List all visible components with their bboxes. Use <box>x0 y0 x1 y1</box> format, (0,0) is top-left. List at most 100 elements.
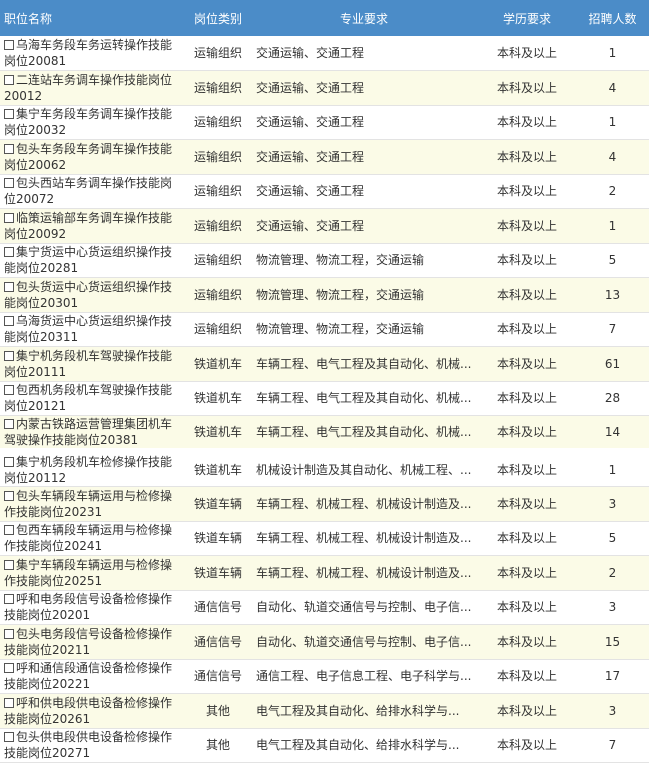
row-checkbox[interactable] <box>4 385 14 396</box>
table-row[interactable]: 集宁车辆段车辆运用与检修操 作技能岗位20251 铁道车辆 车辆工程、机械工程、机械设… <box>0 555 649 591</box>
job-count-cell: 7 <box>576 312 649 347</box>
job-name-text[interactable]: 乌海货运中心货运组织操作技 <box>16 314 172 328</box>
table-row[interactable]: 集宁车务段车务调车操作技能 岗位20032 运输组织 交通运输、交通工程 本科及以上 1 <box>0 105 649 140</box>
table-row[interactable]: 内蒙古铁路运营管理集团机车 驾驶操作技能岗位20381 铁道机车 车辆工程、电气工程及… <box>0 415 649 452</box>
header-name[interactable]: 职位名称 <box>0 0 186 36</box>
job-name-text[interactable]: 二连站车务调车操作技能岗位 <box>16 73 172 87</box>
row-checkbox[interactable] <box>4 178 14 189</box>
table-row[interactable]: 乌海车务段车务运转操作技能 岗位20081 运输组织 交通运输、交通工程 本科及以上 1 <box>0 36 649 71</box>
row-checkbox[interactable] <box>4 212 14 223</box>
row-checkbox[interactable] <box>4 419 14 429</box>
table-row[interactable]: 包头车务段车务调车操作技能 岗位20062 运输组织 交通运输、交通工程 本科及以上 4 <box>0 139 649 175</box>
table-row[interactable]: 集宁货运中心货运组织操作技 能岗位20281 运输组织 物流管理、物流工程，交通运输本… <box>0 243 649 278</box>
table-row[interactable]: 包西车辆段车辆运用与检修操 作技能岗位20241 铁道车辆 车辆工程、机械工程、机械设… <box>0 521 649 556</box>
job-name-line2[interactable]: 岗位20092 <box>4 226 184 242</box>
job-name-text[interactable]: 集宁货运中心货运组织操作技 <box>16 245 172 259</box>
job-name-line2[interactable]: 能岗位20281 <box>4 260 184 276</box>
row-checkbox[interactable] <box>4 247 14 258</box>
table-row[interactable]: 呼和供电段供电设备检修操作 技能岗位20261 其他 电气工程及其自动化、给排水科学与… <box>0 693 649 729</box>
job-name-line2[interactable]: 岗位20032 <box>4 122 184 138</box>
job-major-cell: 车辆工程、电气工程及其自动化、机械... <box>250 415 478 452</box>
table-row[interactable]: 包头西站车务调车操作技能岗 位20072 运输组织 交通运输、交通工程 本科及以上 2 <box>0 174 649 209</box>
job-name-line2[interactable]: 技能岗位20201 <box>4 607 184 623</box>
row-checkbox[interactable] <box>4 663 14 674</box>
job-name-line2[interactable]: 岗位20062 <box>4 157 184 173</box>
job-name-text[interactable]: 包头货运中心货运组织操作技 <box>16 280 172 294</box>
job-count-cell: 4 <box>576 139 649 175</box>
job-name-text[interactable]: 呼和供电段供电设备检修操作 <box>16 696 172 710</box>
job-name-line2[interactable]: 能岗位20311 <box>4 329 184 345</box>
job-name-text[interactable]: 集宁机务段机车驾驶操作技能 <box>16 349 172 363</box>
job-name-line2[interactable]: 技能岗位20271 <box>4 745 184 761</box>
job-count-cell: 5 <box>576 243 649 278</box>
table-row[interactable]: 二连站车务调车操作技能岗位 20012 运输组织 交通运输、交通工程 本科及以上 4 <box>0 70 649 106</box>
job-name-line2[interactable]: 岗位20121 <box>4 398 184 414</box>
job-name-line2[interactable]: 作技能岗位20251 <box>4 573 184 589</box>
row-checkbox[interactable] <box>4 490 14 501</box>
row-checkbox[interactable] <box>4 316 14 327</box>
table-row[interactable]: 包头货运中心货运组织操作技 能岗位20301 运输组织 物流管理、物流工程，交通运输本… <box>0 277 649 313</box>
job-name-line2[interactable]: 技能岗位20261 <box>4 711 184 727</box>
row-checkbox[interactable] <box>4 109 14 120</box>
row-checkbox[interactable] <box>4 350 14 361</box>
job-major-cell: 物流管理、物流工程，交通运输 <box>250 277 478 313</box>
job-name-text[interactable]: 集宁机务段机车检修操作技能 <box>16 455 172 469</box>
job-name-text[interactable]: 包西车辆段车辆运用与检修操 <box>16 523 172 537</box>
table-row[interactable]: 呼和通信段通信设备检修操作 技能岗位20221 通信信号 通信工程、电子信息工程、电子… <box>0 659 649 694</box>
table-row[interactable]: 集宁机务段机车驾驶操作技能 岗位20111 铁道机车 车辆工程、电气工程及其自动化、机… <box>0 346 649 382</box>
job-name-text[interactable]: 呼和电务段信号设备检修操作 <box>16 592 172 606</box>
job-name-text[interactable]: 包头车务段车务调车操作技能 <box>16 142 172 156</box>
job-major-cell: 电气工程及其自动化、给排水科学与... <box>250 693 478 729</box>
job-major-cell: 物流管理、物流工程，交通运输 <box>250 312 478 347</box>
row-checkbox[interactable] <box>4 559 14 570</box>
job-name-text[interactable]: 包头西站车务调车操作技能岗 <box>16 176 172 190</box>
job-name-text[interactable]: 乌海车务段车务运转操作技能 <box>16 38 172 52</box>
job-name-line2[interactable]: 位20072 <box>4 191 184 207</box>
row-checkbox[interactable] <box>4 74 14 85</box>
row-checkbox[interactable] <box>4 628 14 639</box>
job-name-text[interactable]: 包西机务段机车驾驶操作技能 <box>16 383 172 397</box>
table-row[interactable]: 临策运输部车务调车操作技能 岗位20092 运输组织 交通运输、交通工程 本科及以上 1 <box>0 208 649 244</box>
row-checkbox[interactable] <box>4 697 14 708</box>
job-name-text[interactable]: 包头供电段供电设备检修操作 <box>16 730 172 744</box>
job-name-text[interactable]: 集宁车务段车务调车操作技能 <box>16 107 172 121</box>
header-count[interactable]: 招聘人数 <box>576 0 649 36</box>
job-major-cell: 交通运输、交通工程 <box>250 70 478 106</box>
row-checkbox[interactable] <box>4 594 14 605</box>
job-name-line2[interactable]: 技能岗位20221 <box>4 676 184 692</box>
job-name-line2[interactable]: 能岗位20301 <box>4 295 184 311</box>
row-checkbox[interactable] <box>4 732 14 743</box>
header-edu[interactable]: 学历要求 <box>478 0 576 36</box>
job-name-line1: 包头车务段车务调车操作技能 <box>4 141 184 157</box>
job-name-text[interactable]: 临策运输部车务调车操作技能 <box>16 211 172 225</box>
table-row[interactable]: 包头电务段信号设备检修操作 技能岗位20211 通信信号 自动化、轨道交通信号与控制、… <box>0 624 649 660</box>
job-name-line2[interactable]: 岗位20112 <box>4 470 184 486</box>
table-row[interactable]: 包头供电段供电设备检修操作 技能岗位20271 其他 电气工程及其自动化、给排水科学与… <box>0 728 649 763</box>
job-name-line2[interactable]: 驾驶操作技能岗位20381 <box>4 432 184 448</box>
row-checkbox[interactable] <box>4 281 14 292</box>
job-name-line2[interactable]: 作技能岗位20241 <box>4 538 184 554</box>
job-edu-cell: 本科及以上 <box>478 312 576 347</box>
job-name-text[interactable]: 内蒙古铁路运营管理集团机车 <box>16 417 172 431</box>
job-name-text[interactable]: 包头车辆段车辆运用与检修操 <box>16 489 172 503</box>
header-major[interactable]: 专业要求 <box>250 0 478 36</box>
table-row[interactable]: 呼和电务段信号设备检修操作 技能岗位20201 通信信号 自动化、轨道交通信号与控制、… <box>0 590 649 625</box>
job-name-text[interactable]: 呼和通信段通信设备检修操作 <box>16 661 172 675</box>
job-name-line2[interactable]: 岗位20081 <box>4 53 184 69</box>
header-type[interactable]: 岗位类别 <box>186 0 250 36</box>
job-name-text[interactable]: 集宁车辆段车辆运用与检修操 <box>16 558 172 572</box>
job-name-cell: 集宁车辆段车辆运用与检修操 作技能岗位20251 <box>0 555 186 591</box>
row-checkbox[interactable] <box>4 40 14 50</box>
table-row[interactable]: 包西机务段机车驾驶操作技能 岗位20121 铁道机车 车辆工程、电气工程及其自动化、机… <box>0 381 649 416</box>
job-name-line2[interactable]: 20012 <box>4 88 184 104</box>
table-row[interactable]: 集宁机务段机车检修操作技能 岗位20112 铁道机车 机械设计制造及其自动化、机械工程… <box>0 448 649 487</box>
row-checkbox[interactable] <box>4 457 14 467</box>
table-row[interactable]: 包头车辆段车辆运用与检修操 作技能岗位20231 铁道车辆 车辆工程、机械工程、机械设… <box>0 486 649 522</box>
job-name-line2[interactable]: 作技能岗位20231 <box>4 504 184 520</box>
row-checkbox[interactable] <box>4 143 14 154</box>
table-row[interactable]: 乌海货运中心货运组织操作技 能岗位20311 运输组织 物流管理、物流工程，交通运输本… <box>0 312 649 347</box>
job-name-text[interactable]: 包头电务段信号设备检修操作 <box>16 627 172 641</box>
job-name-line2[interactable]: 岗位20111 <box>4 364 184 380</box>
row-checkbox[interactable] <box>4 525 14 536</box>
job-name-line2[interactable]: 技能岗位20211 <box>4 642 184 658</box>
